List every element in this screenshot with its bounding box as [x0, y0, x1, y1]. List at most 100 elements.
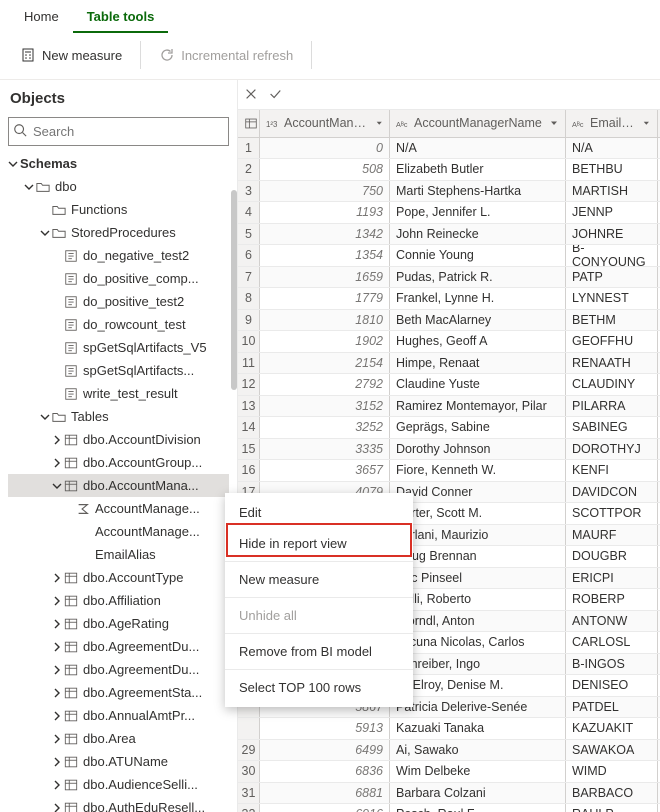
id-cell: 508	[260, 159, 390, 180]
table-row[interactable]: 5913Kazuaki TanakaKAZUAKIT	[238, 718, 660, 740]
table-item[interactable]: dbo.AgreementDu...	[8, 635, 229, 658]
email-cell: RENAATH	[566, 353, 658, 374]
id-cell: 1659	[260, 267, 390, 288]
table-row[interactable]: 306836Wim DelbekeWIMD	[238, 761, 660, 783]
calculator-icon	[20, 47, 36, 63]
col-header-name[interactable]: AccountManagerName	[390, 110, 566, 137]
email-cell: RAULP	[566, 804, 658, 812]
scrollbar[interactable]	[231, 190, 237, 390]
commit-icon[interactable]	[268, 87, 282, 101]
sproc-item[interactable]: write_test_result	[8, 382, 229, 405]
ribbon-actions: New measure Incremental refresh	[0, 33, 660, 80]
column-item[interactable]: AccountManage...	[8, 520, 229, 543]
chevron-right-icon	[52, 573, 62, 583]
email-cell: KAZUAKIT	[566, 718, 658, 739]
table-row[interactable]: 112154Himpe, RenaatRENAATH	[238, 353, 660, 375]
tables-node[interactable]: Tables	[8, 405, 229, 428]
table-item[interactable]: dbo.ATUName	[8, 750, 229, 773]
rownum-cell: 9	[238, 310, 260, 331]
objects-panel: Objects Schemas dbo Functions StoredProc…	[0, 80, 238, 812]
table-item[interactable]: dbo.AnnualAmtPr...	[8, 704, 229, 727]
table-item[interactable]: dbo.AccountGroup...	[8, 451, 229, 474]
col-header-email[interactable]: EmailAlias	[566, 110, 658, 137]
chevron-down-icon	[8, 159, 18, 169]
search-icon	[13, 123, 27, 137]
table-item[interactable]: dbo.Affiliation	[8, 589, 229, 612]
refresh-icon	[159, 47, 175, 63]
context-menu: Edit Hide in report view New measure Unh…	[225, 493, 413, 707]
column-item[interactable]: AccountManage...	[8, 497, 229, 520]
column-item[interactable]: EmailAlias	[8, 543, 229, 566]
filter-dropdown-icon[interactable]	[642, 118, 651, 128]
table-row[interactable]: 163657Fiore, Kenneth W.KENFI	[238, 460, 660, 482]
incremental-refresh-button: Incremental refresh	[151, 43, 301, 67]
table-row[interactable]: 51342John ReineckeJOHNRE	[238, 224, 660, 246]
email-cell: SCOTTPOR	[566, 503, 658, 524]
table-row[interactable]: 61354Connie YoungB-CONYOUNG	[238, 245, 660, 267]
dbo-node[interactable]: dbo	[8, 175, 229, 198]
ctx-select-top-100[interactable]: Select TOP 100 rows	[225, 672, 413, 703]
new-measure-button[interactable]: New measure	[12, 43, 130, 67]
objects-title: Objects	[8, 86, 229, 117]
sprocs-node[interactable]: StoredProcedures	[8, 221, 229, 244]
sproc-item[interactable]: do_positive_comp...	[8, 267, 229, 290]
table-row[interactable]: 71659Pudas, Patrick R.PATP	[238, 267, 660, 289]
table-item[interactable]: dbo.AccountDivision	[8, 428, 229, 451]
table-item[interactable]: dbo.AuthEduResell...	[8, 796, 229, 812]
tab-home[interactable]: Home	[10, 0, 73, 33]
table-item-selected[interactable]: dbo.AccountMana...	[8, 474, 229, 497]
table-item[interactable]: dbo.AccountType	[8, 566, 229, 589]
table-row[interactable]: 153335Dorothy JohnsonDOROTHYJ	[238, 439, 660, 461]
table-row[interactable]: 91810Beth MacAlarneyBETHM	[238, 310, 660, 332]
id-cell: 3657	[260, 460, 390, 481]
rownum-cell: 13	[238, 396, 260, 417]
email-cell: MAURF	[566, 525, 658, 546]
separator	[225, 597, 413, 598]
name-cell: Ramirez Montemayor, Pilar	[390, 396, 566, 417]
sproc-item[interactable]: spGetSqlArtifacts...	[8, 359, 229, 382]
id-cell: 1342	[260, 224, 390, 245]
chevron-down-icon	[24, 182, 34, 192]
sproc-item[interactable]: do_positive_test2	[8, 290, 229, 313]
ctx-edit[interactable]: Edit	[225, 497, 413, 528]
table-item[interactable]: dbo.AudienceSelli...	[8, 773, 229, 796]
ctx-remove-from-model[interactable]: Remove from BI model	[225, 636, 413, 667]
name-cell: Claudine Yuste	[390, 374, 566, 395]
ctx-new-measure[interactable]: New measure	[225, 564, 413, 595]
name-cell: Elizabeth Butler	[390, 159, 566, 180]
sproc-item[interactable]: do_rowcount_test	[8, 313, 229, 336]
search-input[interactable]	[8, 117, 229, 146]
table-row[interactable]: 133152Ramirez Montemayor, PilarPILARRA	[238, 396, 660, 418]
cancel-icon[interactable]	[244, 87, 258, 101]
table-row[interactable]: 41193Pope, Jennifer L.JENNP	[238, 202, 660, 224]
filter-dropdown-icon[interactable]	[549, 118, 559, 128]
table-row[interactable]: 122792Claudine YusteCLAUDINY	[238, 374, 660, 396]
sproc-item[interactable]: spGetSqlArtifacts_V5	[8, 336, 229, 359]
table-row[interactable]: 81779Frankel, Lynne H.LYNNEST	[238, 288, 660, 310]
table-row[interactable]: 101902Hughes, Geoff AGEOFFHU	[238, 331, 660, 353]
table-item[interactable]: dbo.AgeRating	[8, 612, 229, 635]
table-item[interactable]: dbo.AgreementDu...	[8, 658, 229, 681]
table-row[interactable]: 316881Barbara ColzaniBARBACO	[238, 783, 660, 805]
filter-dropdown-icon[interactable]	[375, 118, 384, 128]
schemas-node[interactable]: Schemas	[8, 152, 229, 175]
sproc-item[interactable]: do_negative_test2	[8, 244, 229, 267]
name-cell: David Conner	[390, 482, 566, 503]
table-row[interactable]: 326916Pesch, Raul F.RAULP	[238, 804, 660, 812]
functions-node[interactable]: Functions	[8, 198, 229, 221]
tab-table-tools[interactable]: Table tools	[73, 0, 169, 33]
table-item[interactable]: dbo.Area	[8, 727, 229, 750]
table-row[interactable]: 296499Ai, SawakoSAWAKOA	[238, 740, 660, 762]
ctx-hide-in-report[interactable]: Hide in report view	[225, 528, 413, 559]
table-row[interactable]: 10N/AN/A	[238, 138, 660, 160]
table-row[interactable]: 2508Elizabeth ButlerBETHBU	[238, 159, 660, 181]
name-cell: Dorothy Johnson	[390, 439, 566, 460]
table-row[interactable]: 143252Geprägs, SabineSABINEG	[238, 417, 660, 439]
col-header-id[interactable]: AccountManagerId	[260, 110, 390, 137]
email-cell: N/A	[566, 138, 658, 159]
table-item[interactable]: dbo.AgreementSta...	[8, 681, 229, 704]
id-cell: 2154	[260, 353, 390, 374]
table-row[interactable]: 3750Marti Stephens-HartkaMARTISH	[238, 181, 660, 203]
table-icon	[64, 663, 78, 677]
name-cell: Wörndl, Anton	[390, 611, 566, 632]
